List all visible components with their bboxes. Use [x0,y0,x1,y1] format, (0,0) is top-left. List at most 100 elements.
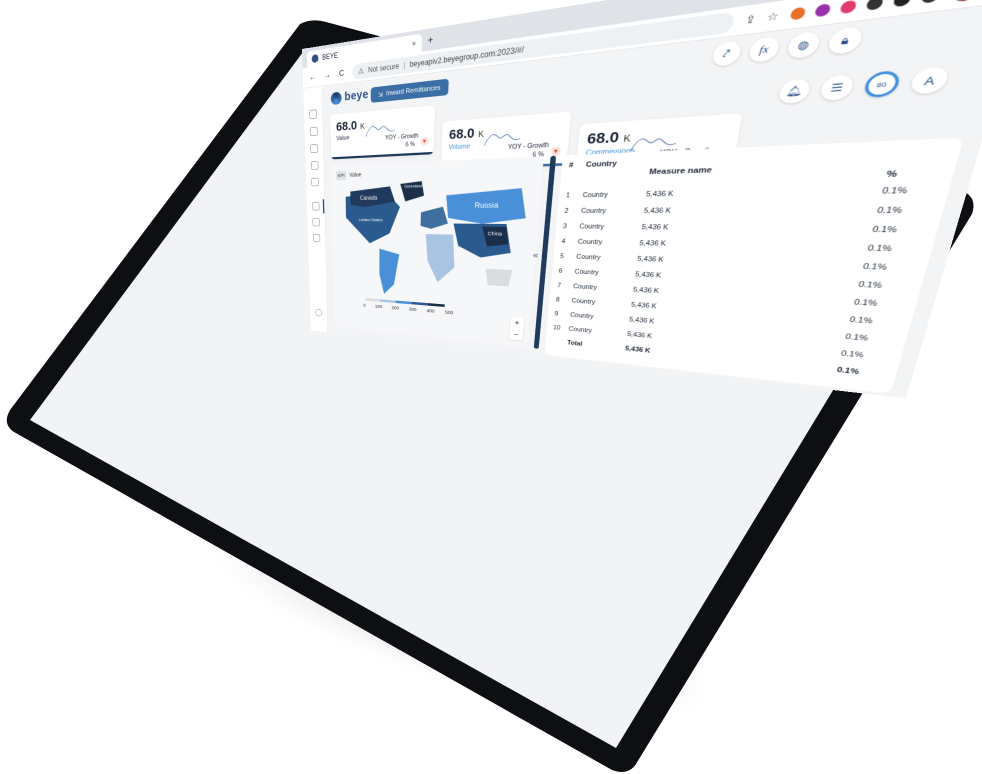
table-cell-country: Country [572,283,598,292]
table-cell-rank: 1 [565,192,571,200]
sidebar-users-icon[interactable] [313,233,321,242]
map-region-australia [484,268,513,287]
sidebar-chart-icon[interactable] [310,144,318,154]
table-cell-percent: 0.1% [848,316,874,326]
list-check-icon[interactable]: ☰ [818,74,856,102]
table-cell-measure: 5,436 K [639,240,667,248]
tab-inward-remittances[interactable]: ⇲ Inward Remittances [370,78,450,103]
table-cell-country: Country [580,207,607,215]
table-row[interactable]: 1 Country 5,436 K 0.1% [558,181,951,203]
table-header-country[interactable]: Country [586,160,618,169]
translate-icon[interactable]: A [908,65,951,95]
table-cell-rank: 4 [561,238,566,246]
beye-logo-mark [330,91,342,105]
beye-logo: beye [330,88,369,105]
browser-extension-icon[interactable] [789,6,807,21]
table-cell-rank: 10 [552,324,561,332]
bell-icon[interactable]: 🔔︎ [777,77,812,105]
formula-icon[interactable]: fx [747,35,781,64]
browser-extension-icon[interactable] [839,0,858,14]
map-zoom-control: + − [509,316,525,341]
world-map[interactable] [331,169,542,321]
map-region-africa [424,234,456,284]
globe-icon[interactable]: ◍ [786,30,822,60]
share-page-icon[interactable]: ⇪ [744,12,757,27]
table-cell-measure: 5,436 K [632,286,660,295]
table-cell-country: Country [579,223,605,231]
down-arrow-icon: ▼ [420,136,429,146]
map-label-russia: Russia [474,200,499,210]
remittance-icon: ⇲ [378,90,383,99]
kpi-card-value[interactable]: 68.0 K Value YOY - Growth 6 % ▼ [330,104,436,160]
progress-icon[interactable]: 80 [862,69,902,99]
tab-label: Inward Remittances [386,83,441,98]
map-label-canada: Canada [360,195,378,202]
new-tab-button[interactable]: + [427,34,433,47]
total-measure: 5,436 K [624,345,651,355]
lock-icon[interactable]: 🔒︎ [826,25,865,56]
table-header-measure[interactable]: Measure name [649,166,713,176]
table-cell-rank: 3 [562,223,568,231]
browser-extension-icon[interactable] [920,0,941,4]
table-cell-rank: 9 [554,310,559,318]
table-header-percent[interactable]: % [885,170,898,180]
kpi-value: 68.0 K [336,117,365,134]
beye-favicon-icon [311,54,319,64]
legend-tick: 500 [444,309,454,316]
table-cell-rank: 5 [559,253,565,261]
kpi-growth-label: YOY - Growth [507,141,550,152]
world-map-panel: KPI Value Russia Canada United States Gr… [331,156,544,348]
back-button[interactable]: ← [308,72,317,83]
not-secure-label: Not secure [368,61,400,74]
table-cell-country: Country [575,253,601,262]
warning-icon: ⚠ [358,66,364,76]
collapse-chevron-icon[interactable]: « [533,250,539,259]
total-percent: 0.1% [835,366,860,377]
sidebar-home-icon[interactable] [309,109,318,119]
table-cell-percent: 0.1% [844,333,869,343]
share-icon[interactable]: ⤤ [711,40,743,67]
table-cell-percent: 0.1% [871,225,898,235]
kpi-accent-bar [330,151,434,160]
reload-button[interactable]: C [337,68,346,79]
browser-extension-icon[interactable] [814,2,832,17]
map-region-south-america [379,248,400,295]
bookmark-star-icon[interactable]: ☆ [766,9,780,24]
table-cell-measure: 5,436 K [634,271,662,280]
zoom-in-button[interactable]: + [514,318,520,327]
kpi-growth-value: 6 % [405,141,416,149]
url-separator: | [403,60,406,70]
sidebar-settings-icon[interactable] [312,218,320,227]
table-cell-country: Country [574,268,600,277]
table-row[interactable]: 2 Country 5,436 K 0.1% [557,202,945,221]
sidebar-table-icon[interactable] [312,202,320,211]
power-icon[interactable] [315,308,323,317]
table-cell-rank: 2 [564,207,569,215]
table-cell-percent: 0.1% [881,186,908,196]
total-label: Total [566,339,583,348]
sidebar-data-icon[interactable] [311,177,319,187]
forward-button[interactable]: → [323,70,332,81]
kpi-value: 68.0 K [586,128,632,148]
sidebar-dashboard-icon[interactable] [309,126,318,137]
legend-tick: 200 [391,305,400,311]
table-cell-percent: 0.1% [876,206,903,216]
legend-tick: 0 [363,302,366,308]
table-cell-measure: 5,436 K [636,255,665,264]
screen-content: BEYE × + — ▢ ✕ ← → C ⚠ Not secure | beye… [302,0,982,399]
table-cell-percent: 0.1% [857,281,883,291]
table-cell-rank: 8 [555,296,560,304]
zoom-out-button[interactable]: − [513,330,519,339]
table-cell-measure: 5,436 K [643,207,672,215]
table-cell-measure: 5,436 K [645,190,674,199]
tab-close-icon[interactable]: × [412,39,416,49]
table-cell-country: Country [569,312,594,321]
browser-extension-icon[interactable] [865,0,885,11]
table-header-rank: # [568,161,574,170]
browser-extension-icon[interactable] [892,0,913,7]
profile-avatar[interactable]: A [951,0,982,3]
table-cell-measure: 5,436 K [626,331,653,340]
table-cell-country: Country [582,191,609,200]
country-table: # Country Measure name % 1 Country 5,436 K… [544,137,964,394]
sidebar-report-icon[interactable] [310,161,319,170]
